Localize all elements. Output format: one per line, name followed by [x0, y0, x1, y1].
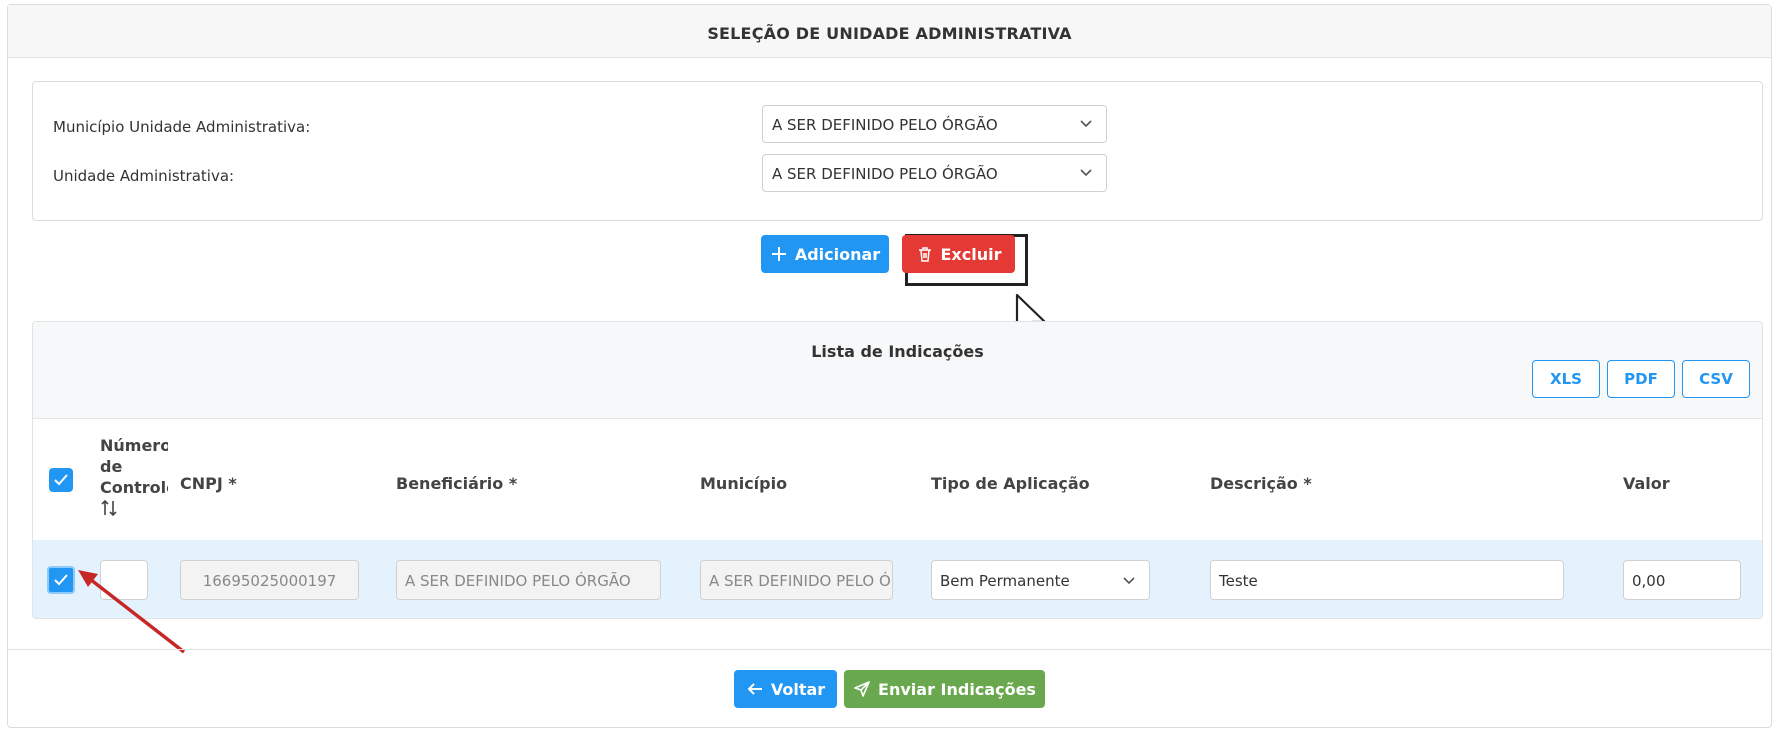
add-button-label: Adicionar — [794, 244, 881, 264]
row-cnpj-input: 16695025000197 — [180, 560, 359, 600]
filter-form: Município Unidade Administrativa: A SER … — [32, 81, 1763, 221]
footer-divider — [8, 649, 1771, 650]
export-csv-button[interactable]: CSV — [1682, 360, 1750, 398]
panel-header: SELEÇÃO DE UNIDADE ADMINISTRATIVA — [8, 5, 1771, 58]
municipio-select[interactable]: A SER DEFINIDO PELO ÓRGÃO — [762, 105, 1107, 143]
unidade-select-value: A SER DEFINIDO PELO ÓRGÃO — [772, 165, 998, 183]
sort-icon — [101, 499, 117, 517]
back-button-label: Voltar — [770, 679, 826, 699]
arrow-left-icon — [747, 683, 762, 695]
column-cnpj[interactable]: CNPJ * — [180, 474, 237, 493]
column-beneficiario[interactable]: Beneficiário * — [396, 474, 517, 493]
trash-icon — [918, 247, 931, 262]
send-indications-button[interactable]: Enviar Indicações — [844, 670, 1045, 708]
check-icon — [54, 574, 68, 586]
back-button[interactable]: Voltar — [734, 670, 837, 708]
row-tipo-select[interactable]: Bem Permanente — [931, 560, 1150, 600]
add-button[interactable]: Adicionar — [761, 235, 889, 273]
table-row[interactable]: 16695025000197 A SER DEFINIDO PELO ÓRGÃO… — [33, 540, 1762, 618]
row-checkbox[interactable] — [47, 566, 75, 594]
column-municipio[interactable]: Município — [700, 474, 787, 493]
chevron-down-icon — [1123, 577, 1135, 585]
export-xls-button[interactable]: XLS — [1532, 360, 1600, 398]
list-toolbar: Lista de Indicações XLS PDF CSV — [33, 322, 1762, 419]
send-button-label: Enviar Indicações — [878, 679, 1036, 699]
row-municipio-input: A SER DEFINIDO PELO ÓRGÃO — [700, 560, 893, 600]
row-valor-input[interactable]: 0,00 — [1623, 560, 1741, 600]
unidade-label: Unidade Administrativa: — [53, 167, 235, 185]
check-icon — [54, 474, 68, 486]
export-pdf-button[interactable]: PDF — [1607, 360, 1675, 398]
send-icon — [854, 681, 870, 697]
municipio-label: Município Unidade Administrativa: — [53, 118, 311, 136]
row-tipo-value: Bem Permanente — [940, 572, 1070, 590]
row-descricao-input[interactable]: Teste — [1210, 560, 1564, 600]
column-numero-controle[interactable]: Número de Controle — [100, 435, 168, 523]
list-title: Lista de Indicações — [811, 342, 984, 361]
panel-title: SELEÇÃO DE UNIDADE ADMINISTRATIVA — [707, 24, 1072, 43]
column-descricao[interactable]: Descrição * — [1210, 474, 1312, 493]
selection-panel: SELEÇÃO DE UNIDADE ADMINISTRATIVA Municí… — [7, 4, 1772, 728]
unidade-select[interactable]: A SER DEFINIDO PELO ÓRGÃO — [762, 154, 1107, 192]
column-tipo-aplicacao[interactable]: Tipo de Aplicação — [931, 474, 1090, 493]
chevron-down-icon — [1080, 120, 1092, 128]
column-numero-line3: Controle — [100, 478, 168, 497]
column-numero-line1: Número — [100, 436, 168, 455]
delete-button[interactable]: Excluir — [902, 235, 1015, 273]
plus-icon — [771, 247, 786, 261]
annotation-arrow-icon — [78, 570, 186, 654]
column-numero-line2: de — [100, 457, 123, 476]
column-valor[interactable]: Valor — [1623, 474, 1670, 493]
row-beneficiario-input: A SER DEFINIDO PELO ÓRGÃO — [396, 560, 661, 600]
select-all-checkbox[interactable] — [49, 468, 73, 492]
indications-list: Lista de Indicações XLS PDF CSV Número d… — [32, 321, 1763, 619]
delete-button-label: Excluir — [940, 244, 1002, 264]
chevron-down-icon — [1080, 169, 1092, 177]
municipio-select-value: A SER DEFINIDO PELO ÓRGÃO — [772, 116, 998, 134]
